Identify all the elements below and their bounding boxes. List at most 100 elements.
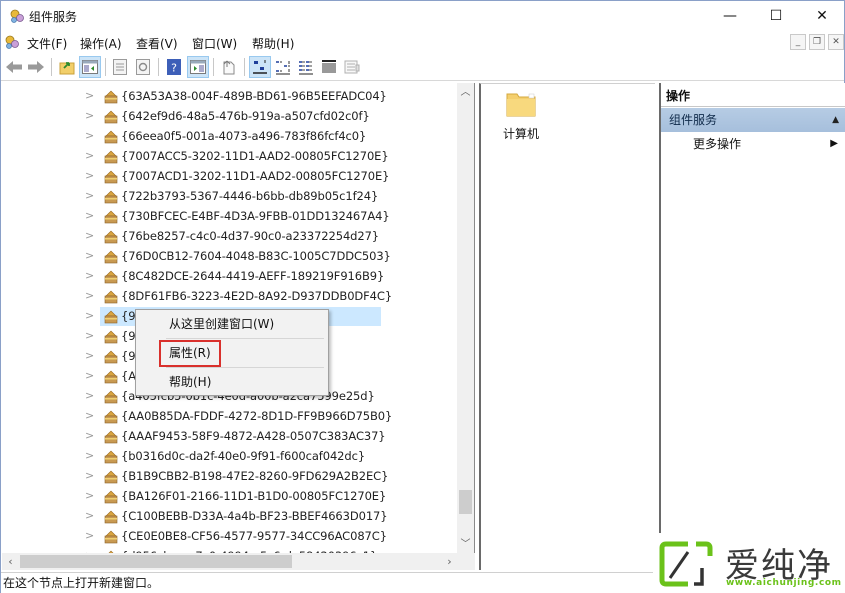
expand-chevron-icon[interactable]: > xyxy=(85,469,95,483)
com-application-icon xyxy=(104,210,118,224)
toolbar-separator xyxy=(213,58,214,76)
show-hide-console-tree-button[interactable] xyxy=(79,56,101,78)
expand-chevron-icon[interactable]: > xyxy=(85,409,95,423)
expand-chevron-icon[interactable]: > xyxy=(85,269,95,283)
mdi-close-button[interactable]: ✕ xyxy=(828,34,844,50)
expand-chevron-icon[interactable]: > xyxy=(85,389,95,403)
expand-chevron-icon[interactable]: > xyxy=(85,129,95,143)
expand-chevron-icon[interactable]: > xyxy=(85,89,95,103)
aichunjing-logo-icon xyxy=(659,541,713,587)
folder-label: 计算机 xyxy=(502,127,539,141)
expand-chevron-icon[interactable]: > xyxy=(85,509,95,523)
export-list-button[interactable] xyxy=(218,56,240,78)
maximize-button[interactable]: ☐ xyxy=(753,1,799,31)
tree-item[interactable]: > {B1B9CBB2-B198-47E2-8260-9FD629A2B2EC} xyxy=(2,466,458,486)
expand-chevron-icon[interactable]: > xyxy=(85,349,95,363)
configure-button[interactable] xyxy=(341,56,363,78)
com-application-icon xyxy=(104,190,118,204)
tree-item[interactable]: > {7007ACD1-3202-11D1-AAD2-00805FC1270E} xyxy=(2,166,458,186)
more-actions-item[interactable]: 更多操作 ▶ xyxy=(661,133,845,155)
tree-item[interactable]: > {642ef9d6-48a5-476b-919a-a507cfd02c0f} xyxy=(2,106,458,126)
expand-chevron-icon[interactable]: > xyxy=(85,489,95,503)
menu-help[interactable]: 帮助(H) xyxy=(250,34,296,53)
submenu-arrow-icon: ▶ xyxy=(830,138,838,149)
tree-item[interactable]: > {63A53A38-004F-489B-BD61-96B5EEFADC04} xyxy=(2,86,458,106)
highlight-annotation-box xyxy=(159,340,221,367)
menu-window[interactable]: 窗口(W) xyxy=(190,34,239,53)
minimize-button[interactable]: — xyxy=(707,1,753,31)
tree-horizontal-scrollbar[interactable]: ‹ › xyxy=(2,553,475,570)
tree-item[interactable]: > {AA0B85DA-FDDF-4272-8D1D-FF9B966D75B0} xyxy=(2,406,458,426)
ctx-help[interactable]: 帮助(H) xyxy=(136,370,328,394)
menu-action[interactable]: 操作(A) xyxy=(78,34,124,53)
more-actions-label: 更多操作 xyxy=(693,137,742,151)
back-arrow-icon xyxy=(6,61,22,73)
expand-chevron-icon[interactable]: > xyxy=(85,209,95,223)
scroll-right-icon[interactable]: › xyxy=(441,553,458,570)
scroll-left-icon[interactable]: ‹ xyxy=(2,553,19,570)
document-system-menu-icon[interactable] xyxy=(4,34,20,50)
com-application-icon xyxy=(104,390,118,404)
tree-item[interactable]: > {76D0CB12-7604-4048-B83C-1005C7DDC503} xyxy=(2,246,458,266)
tree-item[interactable]: > {BA126F01-2166-11D1-B1D0-00805FC1270E} xyxy=(2,486,458,506)
menu-view[interactable]: 查看(V) xyxy=(134,34,180,53)
tree-item-label: {66eea0f5-001a-4073-a496-783f86fcf4c0} xyxy=(121,129,367,143)
back-button[interactable] xyxy=(3,56,25,78)
mdi-restore-button[interactable]: ❐ xyxy=(809,34,825,50)
actions-section-component-services[interactable]: 组件服务 ▲ xyxy=(661,108,845,132)
expand-chevron-icon[interactable]: > xyxy=(85,149,95,163)
forward-button[interactable] xyxy=(25,56,47,78)
expand-chevron-icon[interactable]: > xyxy=(85,369,95,383)
tree-item[interactable]: > {76be8257-c4c0-4d37-90c0-a23372254d27} xyxy=(2,226,458,246)
mdi-minimize-button[interactable]: _ xyxy=(790,34,806,50)
tree-item[interactable]: > {8DF61FB6-3223-4E2D-8A92-D937DDB0DF4C} xyxy=(2,286,458,306)
refresh-button[interactable] xyxy=(132,56,154,78)
close-button[interactable]: ✕ xyxy=(799,1,845,31)
expand-chevron-icon[interactable]: > xyxy=(85,229,95,243)
scroll-up-icon[interactable]: ︿ xyxy=(457,84,474,101)
tree-item[interactable]: > {AAAF9453-58F9-4872-A428-0507C383AC37} xyxy=(2,426,458,446)
tree-item[interactable]: > {8C482DCE-2644-4419-AEFF-189219F916B9} xyxy=(2,266,458,286)
tree-item[interactable]: > {66eea0f5-001a-4073-a496-783f86fcf4c0} xyxy=(2,126,458,146)
vertical-scroll-thumb[interactable] xyxy=(459,490,472,514)
expand-chevron-icon[interactable]: > xyxy=(85,249,95,263)
tree-item[interactable]: >{d956cbaa-e7c0-4994-a5c6-da58420396c1} xyxy=(2,546,458,553)
scroll-down-icon[interactable]: ﹀ xyxy=(457,536,474,553)
tree-item[interactable]: > {C100BEBB-D33A-4a4b-BF23-BBEF4663D017} xyxy=(2,506,458,526)
expand-chevron-icon[interactable]: > xyxy=(85,289,95,303)
tree-item[interactable]: > {7007ACC5-3202-11D1-AAD2-00805FC1270E} xyxy=(2,146,458,166)
help-button[interactable]: ? xyxy=(163,56,185,78)
com-application-icon xyxy=(104,430,118,444)
expand-chevron-icon[interactable]: > xyxy=(85,309,95,323)
com-application-icon xyxy=(104,110,118,124)
details-view-button[interactable] xyxy=(318,56,340,78)
expand-chevron-icon[interactable]: > xyxy=(85,189,95,203)
small-icons-view-button[interactable] xyxy=(272,56,294,78)
properties-button[interactable] xyxy=(109,56,131,78)
expand-chevron-icon[interactable]: > xyxy=(85,329,95,343)
large-icons-view-button[interactable] xyxy=(249,56,271,78)
ctx-new-window-from-here[interactable]: 从这里创建窗口(W) xyxy=(136,312,328,336)
tree-item[interactable]: > {730BFCEC-E4BF-4D3A-9FBB-01DD132467A4} xyxy=(2,206,458,226)
expand-chevron-icon[interactable]: > xyxy=(85,169,95,183)
show-hide-action-pane-button[interactable] xyxy=(187,56,209,78)
expand-chevron-icon[interactable]: > xyxy=(85,429,95,443)
computer-folder-item[interactable]: 计算机 xyxy=(501,90,541,142)
up-one-level-button[interactable] xyxy=(56,56,78,78)
menu-file[interactable]: 文件(F) xyxy=(25,34,69,53)
tree-item[interactable]: > {b0316d0c-da2f-40e0-9f91-f600caf042dc} xyxy=(2,446,458,466)
expand-chevron-icon[interactable]: > xyxy=(85,109,95,123)
collapse-up-icon[interactable]: ▲ xyxy=(832,108,839,132)
com-application-icon xyxy=(104,150,118,164)
title-bar: 组件服务 — ☐ ✕ xyxy=(1,1,844,31)
tree-vertical-scrollbar[interactable]: ︿ ﹀ xyxy=(457,83,474,553)
list-view-button[interactable] xyxy=(295,56,317,78)
tree-item[interactable]: > {CE0E0BE8-CF56-4577-9577-34CC96AC087C} xyxy=(2,526,458,546)
expand-chevron-icon[interactable]: > xyxy=(85,449,95,463)
expand-chevron-icon[interactable]: > xyxy=(85,529,95,543)
large-icons-view-icon xyxy=(253,60,267,74)
horizontal-scroll-thumb[interactable] xyxy=(20,555,292,568)
results-pane: 计算机 xyxy=(479,83,655,570)
tree-item[interactable]: > {722b3793-5367-4446-b6bb-db89b05c1f24} xyxy=(2,186,458,206)
com-application-icon xyxy=(104,90,118,104)
